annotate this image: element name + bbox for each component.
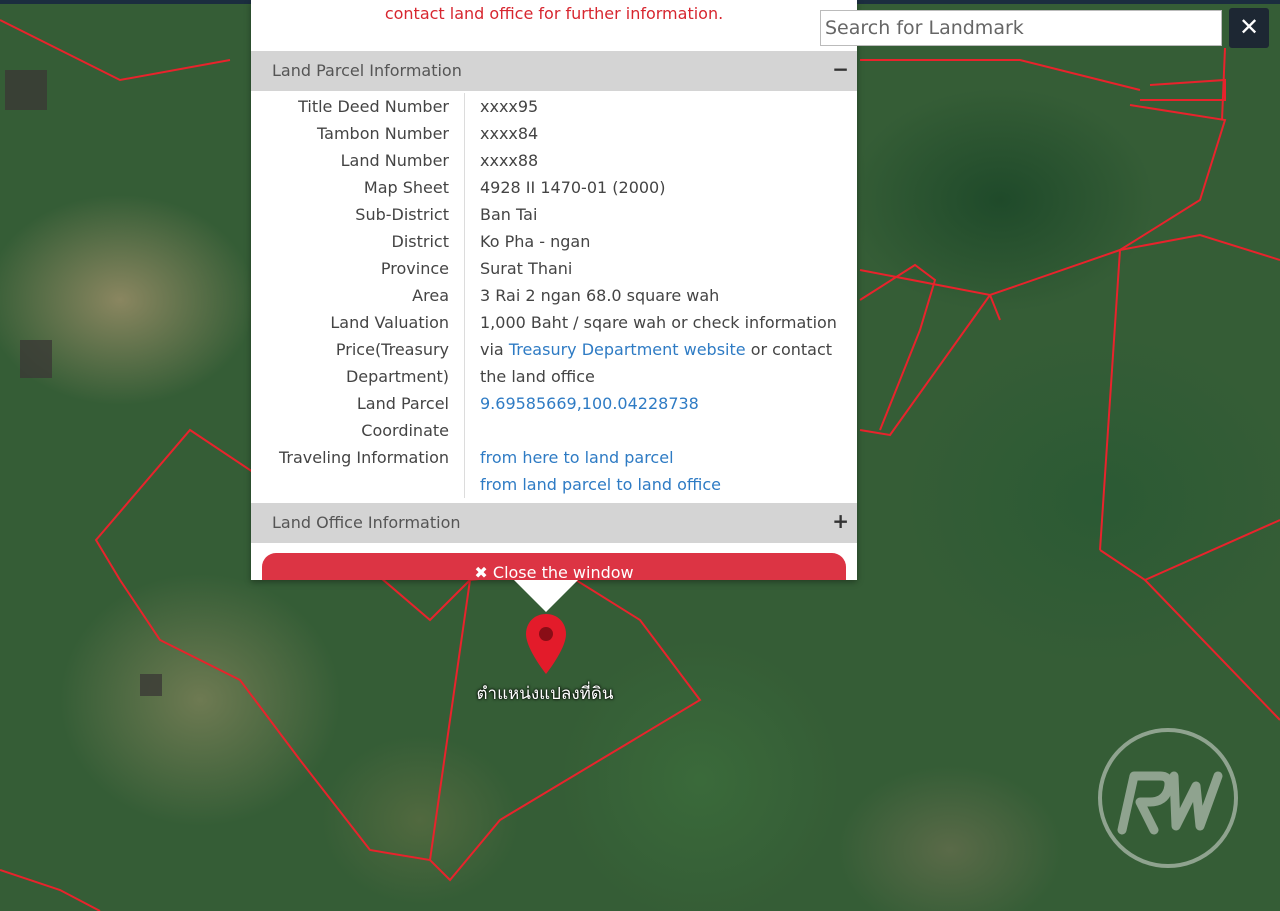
valuation-prefix: via xyxy=(480,340,509,359)
popup-pointer xyxy=(514,580,578,612)
title-deed-label: Title Deed Number xyxy=(251,93,465,120)
land-number-value: xxxx88 xyxy=(480,151,539,170)
traveling-label: Traveling Information xyxy=(251,444,465,498)
province-value: Surat Thani xyxy=(480,259,573,278)
province-label: Province xyxy=(251,255,465,282)
table-row: Land Valuation Price(Treasury Department… xyxy=(251,309,857,390)
coordinate-label: Land Parcel Coordinate xyxy=(251,390,465,444)
coordinate-value: 9.69585669,100.04228738 xyxy=(465,390,858,444)
landmark-search-input[interactable] xyxy=(820,10,1222,46)
table-row: Land Number xxxx88 xyxy=(251,147,857,174)
traveling-value: from here to land parcel from land parce… xyxy=(465,444,858,498)
sub-district-value: Ban Tai xyxy=(480,205,538,224)
table-row: Title Deed Number xxxx95 xyxy=(251,93,857,120)
marker-label: ตำแหน่งแปลงที่ดิน xyxy=(476,684,614,704)
land-number-label: Land Number xyxy=(251,147,465,174)
valuation-label: Land Valuation Price(Treasury Department… xyxy=(251,309,465,390)
expand-icon[interactable]: + xyxy=(832,503,849,539)
close-window-label: Close the window xyxy=(492,563,634,580)
map-pin-icon[interactable] xyxy=(523,612,569,676)
map-sheet-label: Map Sheet xyxy=(251,174,465,201)
land-parcel-section-header[interactable]: Land Parcel Information − xyxy=(251,51,857,91)
tambon-label: Tambon Number xyxy=(251,120,465,147)
rw-watermark-logo xyxy=(1098,728,1238,868)
land-parcel-section-title: Land Parcel Information xyxy=(272,61,462,80)
title-deed-value: xxxx95 xyxy=(480,97,539,116)
treasury-website-link[interactable]: Treasury Department website xyxy=(509,340,746,359)
land-office-section-header[interactable]: Land Office Information + xyxy=(251,503,857,543)
valuation-value-line3: the land office xyxy=(480,367,595,386)
valuation-value-line2: via Treasury Department website or conta… xyxy=(480,336,857,363)
close-x-icon: ✖ xyxy=(474,563,488,580)
valuation-label-line3: Department) xyxy=(345,367,449,386)
land-office-section-title: Land Office Information xyxy=(272,513,461,532)
sub-district-label: Sub-District xyxy=(251,201,465,228)
map-sheet-value: 4928 II 1470-01 (2000) xyxy=(480,178,666,197)
valuation-label-line2: Price(Treasury xyxy=(335,340,449,359)
roof-a xyxy=(5,70,47,110)
route-parcel-to-office-link[interactable]: from land parcel to land office xyxy=(480,471,857,498)
valuation-label-line1: Land Valuation xyxy=(330,313,449,332)
collapse-icon[interactable]: − xyxy=(832,51,849,87)
valuation-value-line1: 1,000 Baht / sqare wah or check informat… xyxy=(480,313,837,332)
valuation-suffix: or contact xyxy=(745,340,833,359)
coordinate-label-line1: Land Parcel xyxy=(356,394,449,413)
area-value: 3 Rai 2 ngan 68.0 square wah xyxy=(480,286,720,305)
land-parcel-popup: contact land office for further informat… xyxy=(251,0,857,580)
table-row: Province Surat Thani xyxy=(251,255,857,282)
notice-text: contact land office for further informat… xyxy=(384,4,724,23)
district-label: District xyxy=(251,228,465,255)
roof-b xyxy=(20,340,52,378)
tambon-value: xxxx84 xyxy=(480,124,539,143)
table-row: District Ko Pha - ngan xyxy=(251,228,857,255)
table-row: Land Parcel Coordinate 9.69585669,100.04… xyxy=(251,390,857,444)
land-parcel-info-table: Title Deed Number xxxx95 Tambon Number x… xyxy=(251,93,857,498)
table-row: Tambon Number xxxx84 xyxy=(251,120,857,147)
coordinate-label-line2: Coordinate xyxy=(361,421,449,440)
table-row: Map Sheet 4928 II 1470-01 (2000) xyxy=(251,174,857,201)
area-label: Area xyxy=(251,282,465,309)
coordinate-link[interactable]: 9.69585669,100.04228738 xyxy=(480,394,699,413)
table-row: Sub-District Ban Tai xyxy=(251,201,857,228)
table-row: Area 3 Rai 2 ngan 68.0 square wah xyxy=(251,282,857,309)
close-window-button[interactable]: ✖ Close the window xyxy=(262,553,846,580)
district-value: Ko Pha - ngan xyxy=(480,232,591,251)
table-row: Traveling Information from here to land … xyxy=(251,444,857,498)
route-here-to-parcel-link[interactable]: from here to land parcel xyxy=(480,444,857,471)
search-close-icon[interactable]: ✕ xyxy=(1229,8,1269,48)
valuation-value: 1,000 Baht / sqare wah or check informat… xyxy=(465,309,858,390)
